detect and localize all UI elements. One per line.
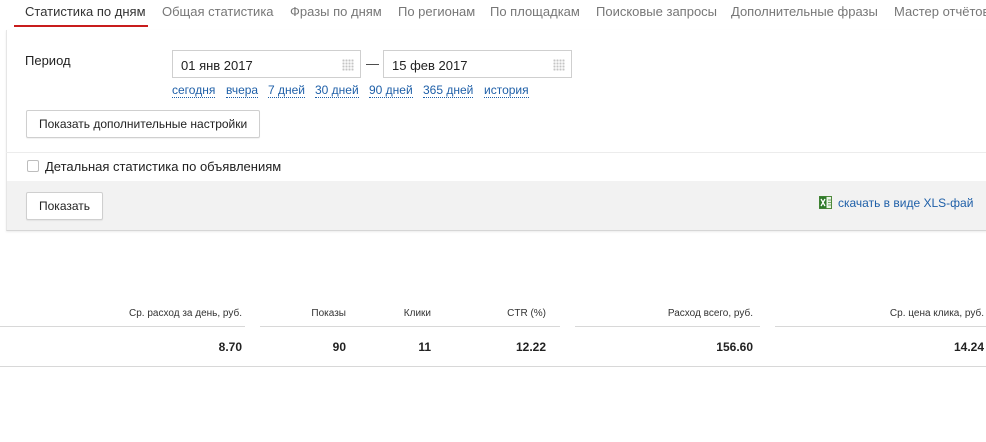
quick-link-365-days[interactable]: 365 дней bbox=[423, 84, 474, 98]
tab-by-platform[interactable]: По площадкам bbox=[490, 4, 580, 19]
more-settings-button[interactable]: Показать дополнительные настройки bbox=[26, 110, 261, 138]
col-header-total-spend: Расход всего, руб. bbox=[667, 308, 753, 319]
quick-link-today[interactable]: сегодня bbox=[172, 84, 216, 98]
tab-daily-stats[interactable]: Статистика по дням bbox=[25, 4, 146, 19]
date-from-input[interactable]: 01 янв 2017 bbox=[172, 50, 361, 78]
header-divider bbox=[260, 326, 560, 327]
header-divider bbox=[0, 326, 245, 327]
quick-link-30-days[interactable]: 30 дней bbox=[315, 84, 359, 98]
quick-link-yesterday[interactable]: вчера bbox=[226, 84, 259, 98]
cell-total-spend: 156.60 bbox=[716, 340, 753, 354]
excel-icon[interactable] bbox=[819, 196, 832, 209]
quick-link-90-days[interactable]: 90 дней bbox=[369, 84, 413, 98]
tab-phrases-by-day[interactable]: Фразы по дням bbox=[290, 4, 382, 19]
calendar-icon[interactable] bbox=[342, 59, 354, 71]
col-header-avg-daily-spend: Ср. расход за день, руб. bbox=[129, 308, 242, 319]
cell-ctr: 12.22 bbox=[515, 340, 546, 354]
header-divider bbox=[775, 326, 986, 327]
tab-report-wizard[interactable]: Мастер отчётов bbox=[894, 4, 986, 19]
detailed-stats-label[interactable]: Детальная статистика по объявлениям bbox=[45, 159, 281, 174]
quick-link-history[interactable]: история bbox=[484, 84, 529, 98]
tab-additional-phrases[interactable]: Дополнительные фразы bbox=[731, 4, 878, 19]
row-divider bbox=[0, 366, 986, 367]
divider bbox=[6, 152, 986, 153]
col-header-avg-cpc: Ср. цена клика, руб. bbox=[889, 308, 984, 319]
cell-avg-cpc: 14.24 bbox=[953, 340, 984, 354]
download-xls-link[interactable]: скачать в виде XLS-фай bbox=[838, 196, 973, 210]
active-tab-indicator bbox=[14, 25, 148, 27]
cell-avg-daily-spend: 8.70 bbox=[218, 340, 242, 354]
date-from-value: 01 янв 2017 bbox=[181, 58, 253, 73]
tab-general-stats[interactable]: Общая статистика bbox=[162, 4, 274, 19]
date-to-input[interactable]: 15 фев 2017 bbox=[383, 50, 572, 78]
calendar-icon[interactable] bbox=[553, 59, 565, 71]
detailed-stats-checkbox[interactable] bbox=[27, 160, 39, 172]
show-button[interactable]: Показать bbox=[26, 192, 104, 220]
period-label: Период bbox=[25, 53, 71, 68]
report-tabs: Статистика по дням Общая статистика Фраз… bbox=[0, 0, 986, 28]
quick-link-7-days[interactable]: 7 дней bbox=[268, 84, 306, 98]
header-divider bbox=[575, 326, 760, 327]
col-header-ctr: CTR (%) bbox=[507, 308, 546, 319]
date-to-value: 15 фев 2017 bbox=[392, 58, 468, 73]
tab-search-queries[interactable]: Поисковые запросы bbox=[596, 4, 717, 19]
col-header-impressions: Показы bbox=[311, 308, 346, 319]
cell-clicks: 11 bbox=[418, 340, 431, 354]
cell-impressions: 90 bbox=[332, 340, 346, 354]
col-header-clicks: Клики bbox=[403, 308, 431, 319]
date-range-separator: — bbox=[366, 56, 379, 71]
tab-by-region[interactable]: По регионам bbox=[398, 4, 475, 19]
